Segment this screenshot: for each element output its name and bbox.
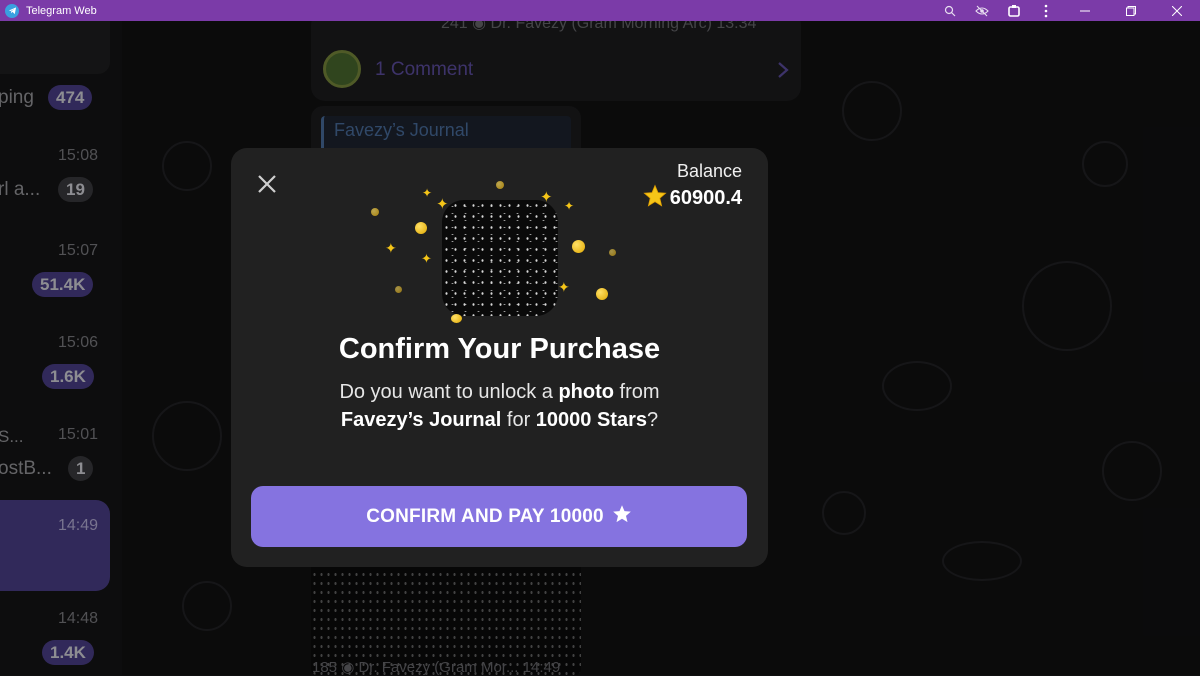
coin-icon: [572, 240, 585, 253]
coin-icon: [609, 249, 616, 256]
coin-icon: [496, 181, 504, 189]
blurred-photo: [442, 200, 558, 316]
coin-icon: [371, 208, 379, 216]
sparkle-icon: ✦: [422, 186, 433, 200]
desc-media-type: photo: [558, 381, 614, 403]
minimize-icon[interactable]: [1062, 0, 1108, 21]
sparkle-icon: ✦: [436, 196, 449, 213]
desc-text: ?: [646, 409, 659, 431]
balance: 60900.4: [643, 184, 742, 213]
coin-icon: [596, 288, 608, 300]
desc-text: Do you want to unlock a: [339, 381, 559, 403]
balance-value: 60900.4: [669, 187, 742, 209]
confirm-pay-button[interactable]: CONFIRM AND PAY 10000: [251, 486, 747, 547]
confirm-pay-label: CONFIRM AND PAY 10000: [366, 505, 604, 527]
maximize-icon[interactable]: [1108, 0, 1154, 21]
desc-channel-name: Favezy’s Journal: [340, 409, 502, 431]
window-title: Telegram Web: [26, 4, 97, 17]
close-icon[interactable]: [253, 170, 281, 198]
extension-icon[interactable]: [998, 0, 1030, 21]
more-icon[interactable]: [1030, 0, 1062, 21]
dialog-description: Do you want to unlock a photo from Favez…: [271, 378, 728, 434]
balance-label: Balance: [676, 161, 742, 181]
desc-text: from: [613, 381, 660, 403]
star-icon: [643, 184, 667, 213]
coin-icon: [415, 222, 427, 234]
star-icon: [612, 504, 632, 529]
dialog-title: Confirm Your Purchase: [338, 333, 661, 365]
desc-text: for: [501, 409, 536, 431]
coin-icon: [395, 286, 402, 293]
sparkle-icon: ✦: [540, 189, 553, 206]
coin-icon: [451, 314, 462, 323]
sparkle-icon: ✦: [564, 199, 575, 213]
window-titlebar: Telegram Web: [0, 0, 1200, 21]
telegram-icon: [5, 3, 19, 18]
purchase-dialog: Balance 60900.4 ✦ ✦ ✦ ✦ ✦ ✦ ✦ Confirm Yo…: [231, 148, 768, 567]
locked-photo-preview: ✦ ✦ ✦ ✦ ✦ ✦ ✦: [365, 176, 635, 326]
sparkle-icon: ✦: [421, 251, 432, 266]
close-window-icon[interactable]: [1154, 0, 1200, 21]
eye-off-icon[interactable]: [966, 0, 998, 21]
desc-amount: 10000 Stars: [535, 409, 647, 431]
sparkle-icon: ✦: [558, 279, 570, 295]
sparkle-icon: ✦: [385, 240, 397, 256]
zoom-icon[interactable]: [934, 0, 966, 21]
